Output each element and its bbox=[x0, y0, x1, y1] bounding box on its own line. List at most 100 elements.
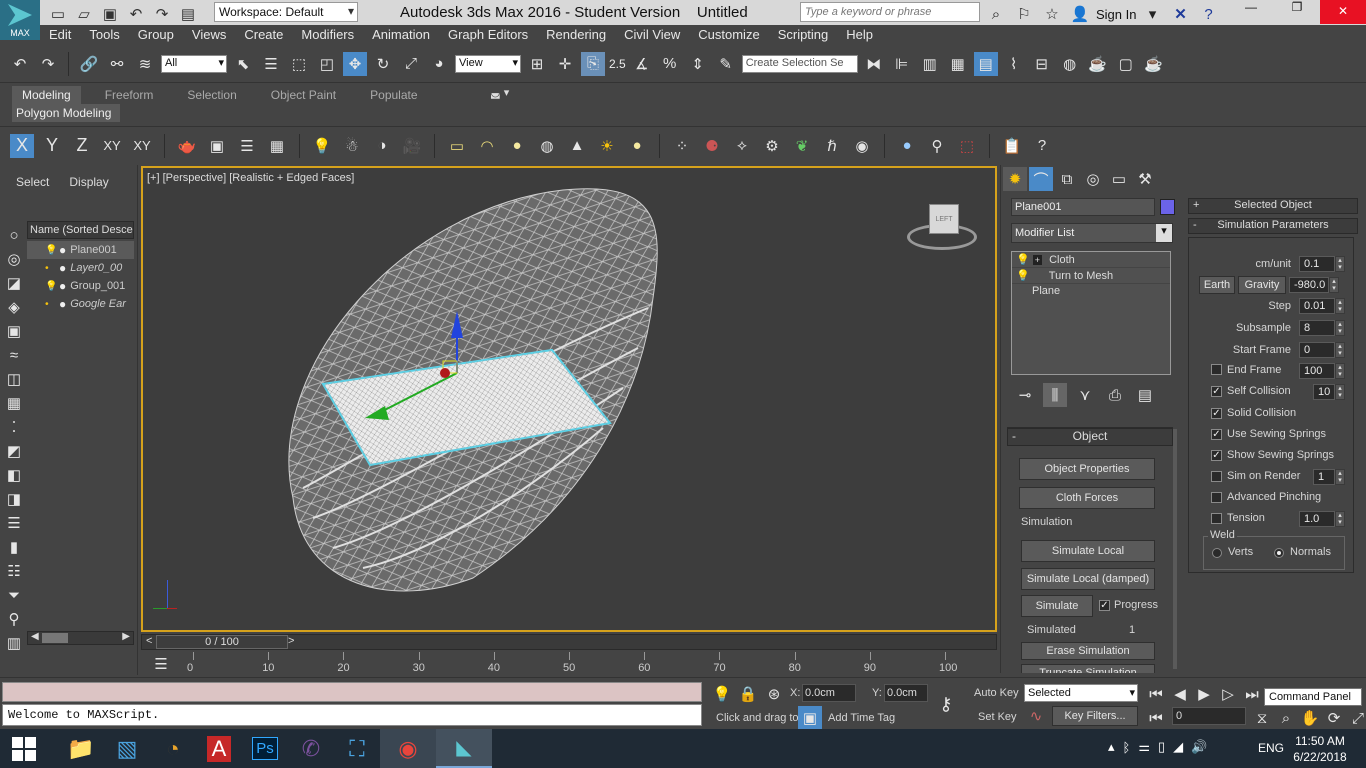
angle-snap-icon[interactable]: ∡ bbox=[630, 52, 654, 76]
axis-z-button[interactable]: Z bbox=[70, 134, 94, 158]
minimize-icon[interactable]: — bbox=[1228, 0, 1274, 24]
layer-icon[interactable]: ▥ bbox=[2, 631, 26, 655]
menu-scripting[interactable]: Scripting bbox=[769, 25, 838, 45]
rendered-frame-icon[interactable]: ▢ bbox=[1114, 52, 1138, 76]
menu-tools[interactable]: Tools bbox=[80, 25, 128, 45]
earth-button[interactable]: Earth bbox=[1199, 276, 1235, 294]
app-logo[interactable]: MAX bbox=[0, 0, 40, 40]
open-file-icon[interactable]: ▱ bbox=[72, 2, 96, 26]
screen-capture-icon[interactable]: ⛶ bbox=[334, 729, 380, 768]
undo-icon[interactable]: ↶ bbox=[8, 52, 32, 76]
visibility-bulb-icon[interactable]: • bbox=[45, 263, 55, 274]
camera-filter-icon[interactable]: ▣ bbox=[2, 319, 26, 343]
end-frame-spinner[interactable]: 100 ▴ ▾ bbox=[1299, 363, 1345, 379]
pin-stack-icon[interactable]: ⊸ bbox=[1013, 383, 1037, 407]
selected-object-header[interactable]: + Selected Object bbox=[1188, 198, 1358, 214]
undo-icon[interactable]: ↶ bbox=[124, 2, 148, 26]
ribbon-tab-freeform[interactable]: Freeform bbox=[95, 86, 164, 104]
ribbon-tab-populate[interactable]: Populate bbox=[360, 86, 427, 104]
helper-filter-icon[interactable]: ≈ bbox=[2, 343, 26, 367]
maxscript-input[interactable]: Welcome to MAXScript. bbox=[2, 704, 702, 726]
viber-icon[interactable]: ✆ bbox=[288, 729, 334, 768]
explorer-item[interactable]: • ● Layer0_00 bbox=[27, 259, 134, 277]
cone-icon[interactable]: ▲ bbox=[565, 134, 589, 158]
display-none-icon[interactable]: ○ bbox=[2, 223, 26, 247]
all-filter-icon[interactable]: ▮ bbox=[2, 535, 26, 559]
object-properties-button[interactable]: Object Properties bbox=[1019, 458, 1155, 480]
make-unique-icon[interactable]: ⋎ bbox=[1073, 383, 1097, 407]
spinner-snap-icon[interactable]: ⇕ bbox=[686, 52, 710, 76]
molecule-icon[interactable]: ⚈ bbox=[700, 134, 724, 158]
end-frame-checkbox[interactable] bbox=[1211, 364, 1222, 375]
modify-tab-icon[interactable]: ⌒ bbox=[1029, 167, 1053, 191]
zoom-icon[interactable]: ⌕ bbox=[1274, 706, 1298, 730]
new-file-icon[interactable]: ▭ bbox=[46, 2, 70, 26]
render-region-icon[interactable]: ⬚ bbox=[955, 134, 979, 158]
snap-toggle-value[interactable]: 2.5 bbox=[609, 57, 626, 71]
axis-x-button[interactable]: X bbox=[10, 133, 34, 158]
redo-icon[interactable]: ↷ bbox=[150, 2, 174, 26]
stack-item-turn-to-mesh[interactable]: 💡 Turn to Mesh bbox=[1012, 268, 1170, 284]
particle-icon[interactable]: ⁘ bbox=[670, 134, 694, 158]
lightbulb-icon[interactable]: 💡 bbox=[1016, 254, 1030, 266]
show-sewing-springs-checkbox[interactable]: ✓ bbox=[1211, 450, 1222, 461]
track-bar[interactable]: ☰ 0 10 20 30 40 50 60 70 80 90 100 bbox=[141, 652, 997, 676]
curve-editor-icon[interactable]: ⌇ bbox=[1002, 52, 1026, 76]
material-map-icon[interactable]: ⚲ bbox=[925, 134, 949, 158]
selected-dropdown[interactable]: Selected ▾ bbox=[1024, 684, 1138, 702]
exchange-icon[interactable]: ✕ bbox=[1168, 2, 1192, 26]
use-sewing-springs-checkbox[interactable]: ✓ bbox=[1211, 429, 1222, 440]
axis-y-button[interactable]: Y bbox=[40, 134, 64, 158]
start-button-icon[interactable] bbox=[12, 737, 36, 761]
select-move-icon[interactable]: ✥ bbox=[343, 51, 367, 76]
list-filter-icon[interactable]: ☷ bbox=[2, 559, 26, 583]
search-box[interactable]: Type a keyword or phrase bbox=[800, 2, 980, 22]
ribbon-options-icon[interactable]: ◛ ▾ bbox=[490, 86, 509, 99]
set-key-button[interactable]: Set Key bbox=[978, 711, 1017, 723]
network-icon[interactable]: ⚌ bbox=[1138, 739, 1150, 755]
tension-spinner[interactable]: 1.0 ▴ ▾ bbox=[1299, 511, 1345, 527]
clock[interactable]: 11:50 AM 6/22/2018 bbox=[1290, 733, 1350, 765]
erase-simulation-button[interactable]: Erase Simulation bbox=[1021, 642, 1155, 660]
layer-explorer-icon[interactable]: ▥ bbox=[918, 52, 942, 76]
truncate-simulation-button[interactable]: Truncate Simulation bbox=[1021, 664, 1155, 673]
explorer-scrollbar[interactable]: ◀ ▶ bbox=[27, 631, 134, 645]
simulation-parameters-header[interactable]: - Simulation Parameters bbox=[1188, 218, 1358, 234]
funnel-icon[interactable]: ⏷ bbox=[2, 583, 26, 607]
menu-rendering[interactable]: Rendering bbox=[537, 25, 615, 45]
expand-icon[interactable]: + bbox=[1032, 255, 1043, 265]
list-icon[interactable]: ☰ bbox=[235, 134, 259, 158]
progress-checkbox[interactable]: ✓ bbox=[1099, 599, 1110, 611]
ribbon-tab-object-paint[interactable]: Object Paint bbox=[261, 86, 346, 104]
light-icon[interactable]: 💡 bbox=[310, 134, 334, 158]
remove-modifier-icon[interactable]: ⎙ bbox=[1103, 383, 1127, 407]
window-crossing-icon[interactable]: ◰ bbox=[315, 52, 339, 76]
select-by-name-icon[interactable]: ☰ bbox=[259, 52, 283, 76]
y-coord-field[interactable]: 0.0cm bbox=[884, 684, 928, 702]
explorer-item[interactable]: 💡 ● Group_001 bbox=[27, 277, 134, 295]
perspective-viewport[interactable]: [+] [Perspective] [Realistic + Edged Fac… bbox=[141, 166, 997, 632]
save-icon[interactable]: ▣ bbox=[98, 2, 122, 26]
teapot-icon[interactable]: 🫖 bbox=[175, 134, 199, 158]
simulate-button[interactable]: Simulate bbox=[1021, 595, 1093, 617]
material-ball-icon[interactable]: ● bbox=[895, 134, 919, 158]
bind-spacewarp-icon[interactable]: ≋ bbox=[133, 52, 157, 76]
photoshop-icon[interactable]: Ps bbox=[242, 729, 288, 768]
tension-checkbox[interactable] bbox=[1211, 513, 1222, 524]
current-frame-field[interactable]: 0 bbox=[1172, 707, 1246, 725]
light-filter-icon[interactable]: ◈ bbox=[2, 295, 26, 319]
menu-civil-view[interactable]: Civil View bbox=[615, 25, 689, 45]
container-filter-icon[interactable]: ◧ bbox=[2, 463, 26, 487]
xref-filter-icon[interactable]: ⁚ bbox=[2, 415, 26, 439]
render-frame-icon[interactable]: ▣ bbox=[205, 134, 229, 158]
toggle-ribbon-icon[interactable]: ▦ bbox=[946, 52, 970, 76]
explorer-column-header[interactable]: Name (Sorted Descen bbox=[27, 221, 134, 239]
wifi-icon[interactable]: ◢ bbox=[1173, 739, 1183, 755]
play-icon[interactable]: ▶ bbox=[1192, 682, 1216, 706]
auto-key-button[interactable]: Auto Key bbox=[974, 687, 1019, 699]
self-collision-checkbox[interactable]: ✓ bbox=[1211, 386, 1222, 397]
modifier-list-dropdown[interactable]: Modifier List ▾ bbox=[1011, 223, 1173, 243]
relative-mode-icon[interactable]: ⊛ bbox=[762, 682, 786, 706]
subscription-icon[interactable]: ⚐ bbox=[1012, 2, 1036, 26]
sky-icon[interactable]: ● bbox=[625, 134, 649, 158]
